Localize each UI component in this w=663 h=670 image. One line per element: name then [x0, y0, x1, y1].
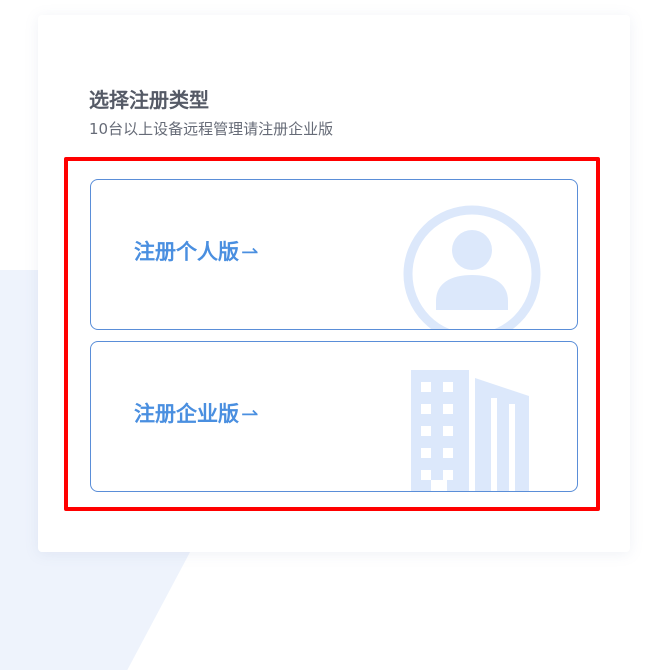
arrow-right-icon: ⇀ — [241, 402, 259, 426]
register-enterprise-option[interactable]: 注册企业版⇀ — [90, 341, 578, 492]
register-enterprise-label: 注册企业版⇀ — [134, 404, 259, 425]
arrow-right-icon: ⇀ — [241, 240, 259, 264]
register-enterprise-text: 注册企业版 — [134, 402, 239, 426]
page-title: 选择注册类型 — [89, 88, 209, 112]
register-personal-text: 注册个人版 — [134, 240, 239, 264]
page-subtitle: 10台以上设备远程管理请注册企业版 — [89, 120, 334, 138]
register-personal-label: 注册个人版⇀ — [134, 242, 259, 263]
building-icon — [411, 370, 529, 491]
person-avatar-icon — [403, 205, 541, 329]
register-personal-option[interactable]: 注册个人版⇀ — [90, 179, 578, 330]
